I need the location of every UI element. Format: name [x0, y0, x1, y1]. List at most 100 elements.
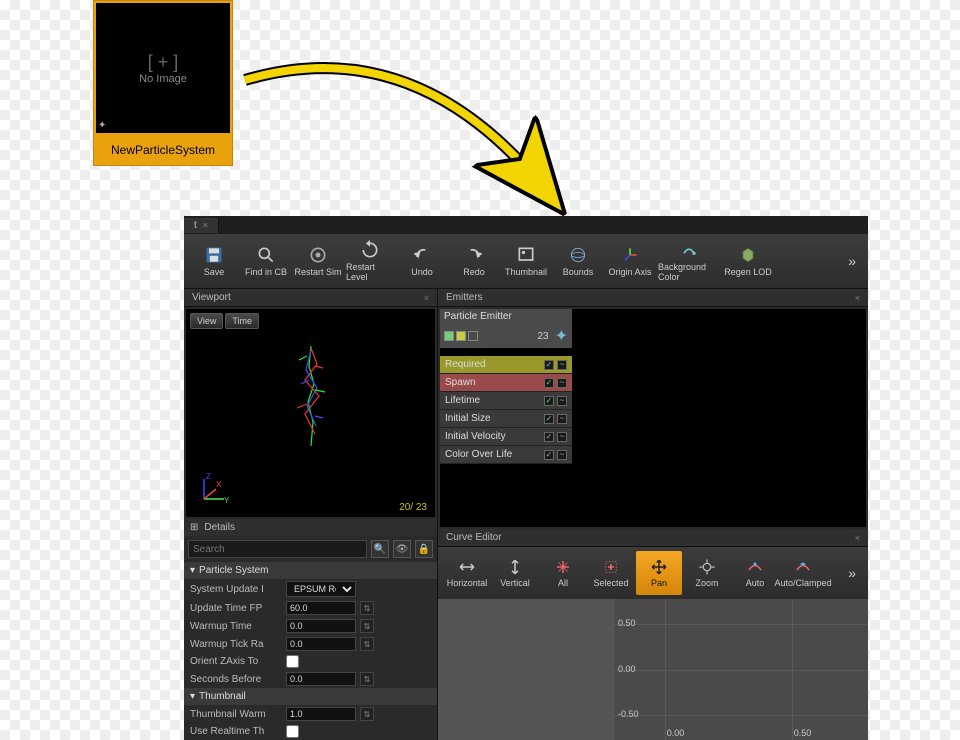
module-graph-checkbox[interactable]: ~ [557, 396, 567, 406]
property-checkbox[interactable] [286, 725, 299, 738]
curve-selected-button[interactable]: Selected [588, 551, 634, 595]
curve-toolbar: HorizontalVerticalAllSelectedPanZoomAuto… [438, 547, 868, 599]
property-row: Use Realtime Th [184, 723, 437, 740]
background-color-button[interactable]: Background Color [658, 238, 720, 284]
origin-axis-button[interactable]: Origin Axis [606, 238, 654, 284]
emitter-particle-count: 23 [537, 331, 548, 342]
module-enable-checkbox[interactable]: ✓ [544, 396, 554, 406]
section-thumbnail[interactable]: ▾ Thumbnail [184, 688, 437, 705]
arrow-annotation [235, 50, 585, 240]
toolbar-overflow-icon[interactable]: » [842, 253, 862, 269]
module-row-initial-size[interactable]: Initial Size ✓~ [440, 410, 572, 428]
property-label: Use Realtime Th [190, 726, 282, 737]
curve-all-button[interactable]: All [540, 551, 586, 595]
close-icon[interactable]: × [203, 220, 208, 230]
module-row-color-over-life[interactable]: Color Over Life✓~ [440, 446, 572, 464]
curve-editor-panel: Curve Editor× HorizontalVerticalAllSelec… [438, 529, 868, 740]
curve-x-label: 0.50 [794, 728, 812, 738]
filter-icon[interactable]: 👁 [393, 540, 411, 558]
redo-button[interactable]: Redo [450, 238, 498, 284]
emitter-preview-icon: ✦ [555, 326, 568, 346]
module-enable-checkbox[interactable]: ✓ [544, 432, 554, 442]
close-icon[interactable]: × [855, 293, 860, 303]
close-icon[interactable]: × [424, 293, 429, 303]
property-input[interactable] [286, 707, 356, 721]
property-select[interactable]: EPSUM Real Time ▾ [286, 581, 356, 597]
curve-horizontal-button[interactable]: Horizontal [444, 551, 490, 595]
spinner-icon[interactable]: ⇅ [360, 619, 374, 633]
curve-pan-button[interactable]: Pan [636, 551, 682, 595]
lock-icon[interactable]: 🔒 [415, 540, 433, 558]
module-enable-checkbox[interactable]: ✓ [544, 378, 554, 388]
spinner-icon[interactable]: ⇅ [360, 601, 374, 615]
property-input[interactable] [286, 637, 356, 651]
curve-vertical-button[interactable]: Vertical [492, 551, 538, 595]
undo-button[interactable]: Undo [398, 238, 446, 284]
curve-zoom-button[interactable]: Zoom [684, 551, 730, 595]
enabled-checkbox[interactable] [444, 331, 454, 341]
particle-preview [281, 336, 341, 456]
details-search-input[interactable] [188, 540, 367, 558]
curve-track-list[interactable] [438, 599, 614, 740]
property-input[interactable] [286, 672, 356, 686]
property-input[interactable] [286, 619, 356, 633]
close-icon[interactable]: × [855, 533, 860, 543]
restart-sim-button[interactable]: Restart Sim [294, 238, 342, 284]
section-particle-system[interactable]: ▾ Particle System [184, 562, 437, 579]
find-in-cb-button[interactable]: Find in CB [242, 238, 290, 284]
view-menu-button[interactable]: View [190, 313, 223, 329]
time-menu-button[interactable]: Time [225, 313, 259, 329]
module-label: Initial Size [445, 413, 491, 424]
particle-counter: 20/ 23 [399, 502, 427, 513]
curve-grid[interactable]: 0.500.00-0.500.000.50 [614, 599, 868, 740]
module-row-spawn[interactable]: Spawn ✓~ [440, 374, 572, 392]
regen-lod-button[interactable]: Regen LOD [724, 238, 772, 284]
spinner-icon[interactable]: ⇅ [360, 707, 374, 721]
spinner-icon[interactable]: ⇅ [360, 637, 374, 651]
curve-auto-button[interactable]: Auto [732, 551, 778, 595]
emitters-area[interactable]: Particle Emitter 23 ✦ Required✓~Spawn✓~L… [440, 309, 866, 527]
viewport-3d[interactable]: View Time Z Y X [186, 309, 435, 517]
asset-thumbnail[interactable]: [ + ] No Image ✦ NewParticleSystem [93, 0, 233, 166]
thumbnail-image: [ + ] No Image ✦ [96, 3, 230, 133]
curve-y-label: 0.50 [618, 618, 636, 628]
thumbnail-button[interactable]: Thumbnail [502, 238, 550, 284]
curve-toolbar-overflow-icon[interactable]: » [842, 565, 862, 581]
editor-tabrow: t× [184, 216, 868, 234]
property-checkbox[interactable] [286, 655, 299, 668]
bounds-button[interactable]: Bounds [554, 238, 602, 284]
property-input[interactable] [286, 601, 356, 615]
module-label: Initial Velocity [445, 431, 506, 442]
property-row: Seconds Before ⇅ [184, 670, 437, 688]
spinner-icon[interactable]: ⇅ [360, 672, 374, 686]
module-enable-checkbox[interactable]: ✓ [544, 360, 554, 370]
module-graph-checkbox[interactable]: ~ [557, 360, 567, 370]
emitter-name[interactable]: Particle Emitter [440, 309, 572, 324]
module-row-lifetime[interactable]: Lifetime ✓~ [440, 392, 572, 410]
module-label: Lifetime [445, 395, 480, 406]
module-graph-checkbox[interactable]: ~ [557, 432, 567, 442]
emitter-status-row[interactable]: 23 ✦ [440, 324, 572, 348]
module-row-initial-velocity[interactable]: Initial Velocity ✓~ [440, 428, 572, 446]
search-icon[interactable]: 🔍 [371, 540, 389, 558]
solo-checkbox[interactable] [456, 331, 466, 341]
save-button[interactable]: Save [190, 238, 238, 284]
module-graph-checkbox[interactable]: ~ [557, 450, 567, 460]
plus-icon: [ + ] [148, 52, 179, 73]
extra-checkbox[interactable] [468, 331, 478, 341]
details-icon: ⊞ [190, 522, 198, 533]
property-label: Warmup Tick Ra [190, 639, 282, 650]
viewport-panel-title: Viewport× [184, 289, 437, 307]
module-enable-checkbox[interactable]: ✓ [544, 414, 554, 424]
emitter-column[interactable]: Particle Emitter 23 ✦ Required✓~Spawn✓~L… [440, 309, 572, 527]
module-label: Spawn [445, 377, 476, 388]
details-panel-title: ⊞Details [184, 519, 437, 536]
restart-level-button[interactable]: Restart Level [346, 238, 394, 284]
module-enable-checkbox[interactable]: ✓ [544, 450, 554, 460]
module-row-required[interactable]: Required✓~ [440, 356, 572, 374]
module-graph-checkbox[interactable]: ~ [557, 414, 567, 424]
curve-autoclamped-button[interactable]: Auto/Clamped [780, 551, 826, 595]
module-graph-checkbox[interactable]: ~ [557, 378, 567, 388]
property-label: Seconds Before [190, 674, 282, 685]
main-tab[interactable]: t× [184, 218, 219, 233]
